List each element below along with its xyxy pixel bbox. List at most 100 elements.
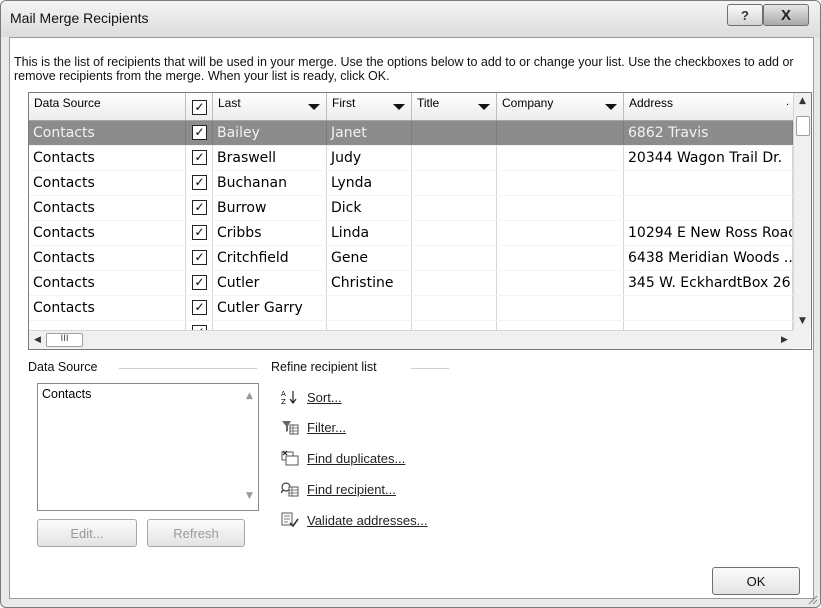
cell-address: 6862 Travis [624,121,793,145]
header-label: Title [417,96,440,110]
sort-link[interactable]: AZ Sort... [281,387,342,407]
resize-grip-icon[interactable] [806,593,818,605]
cell-last: Cutler [213,271,327,295]
cell-address: 10294 E New Ross Road [624,221,793,245]
find-recipient-icon [281,481,299,497]
help-button[interactable]: ? [727,4,763,26]
dropdown-arrow-icon[interactable] [308,104,320,110]
column-header-address[interactable]: Address. [624,93,793,120]
data-source-list[interactable]: Contacts ▲ ▼ [37,383,259,511]
cell-title [412,296,497,320]
sort-az-icon: AZ [281,389,299,405]
table-row[interactable]: Contacts Cribbs Linda 10294 E New Ross Road… [29,221,793,246]
instructions-text: This is the list of recipients that will… [14,55,794,83]
group-divider [411,368,449,369]
data-source-item[interactable]: Contacts [42,387,91,401]
cell-title [412,196,497,220]
grid-header: Data Source ✓ Last First Title Company A… [29,93,793,121]
recipient-checkbox[interactable]: ✓ [192,150,207,165]
table-row[interactable]: Contacts Buchanan Lynda ✓ [29,171,793,196]
table-row[interactable]: Contacts Braswell Judy 20344 Wagon Trail Dr… [29,146,793,171]
dropdown-arrow-icon[interactable] [393,104,405,110]
select-all-checkbox[interactable]: ✓ [192,100,207,115]
table-row[interactable]: Contacts Critchfield Gene 6438 Meridian Woo… [29,246,793,271]
vertical-scrollbar[interactable]: ▲ ▼ [793,93,811,330]
cell-company [497,196,624,220]
column-header-title[interactable]: Title [412,93,497,120]
scroll-down-icon[interactable]: ▼ [241,488,258,504]
cell-first: Gene [327,246,412,270]
column-header-data-source[interactable]: Data Source [29,93,186,120]
table-row[interactable]: Contacts Burrow Dick ✓ [29,196,793,221]
filter-link[interactable]: Filter... [281,417,346,437]
find-duplicates-link[interactable]: Find duplicates... [281,448,405,468]
cell-address [624,296,793,320]
data-source-scrollbar[interactable]: ▲ ▼ [241,384,258,510]
table-row[interactable]: Contacts Cutler Garry ✓ [29,296,793,321]
group-divider [119,368,257,369]
recipient-checkbox[interactable]: ✓ [192,275,207,290]
cell-source: Contacts [29,121,186,145]
cell-first: Janet [327,121,412,145]
filter-icon [281,419,299,435]
scroll-right-icon[interactable]: ▶ [776,331,793,349]
cell-source: Contacts [29,221,186,245]
cell-first: Christine [327,271,412,295]
validate-addresses-link[interactable]: Validate addresses... [281,510,427,530]
column-header-company[interactable]: Company [497,93,624,120]
table-row[interactable]: Contacts Cutler Christine 345 W. EckhardtBo… [29,271,793,296]
validate-addresses-icon [281,512,299,528]
dialog-title: Mail Merge Recipients [10,10,149,26]
header-label: Last [218,96,241,110]
cell-source: Contacts [29,196,186,220]
cell-company [497,146,624,170]
table-row[interactable]: Contacts Bailey Janet 6862 Travis ✓ [29,121,793,146]
scroll-thumb[interactable] [796,116,810,136]
cell-address [624,171,793,195]
scroll-up-icon[interactable]: ▲ [241,388,258,404]
horizontal-scrollbar[interactable]: ◀ III ▶ [29,330,793,349]
cell-address [624,196,793,220]
filter-link-label[interactable]: Filter... [307,420,346,435]
column-header-check[interactable]: ✓ [186,93,213,120]
sort-link-label[interactable]: Sort... [307,390,342,405]
recipient-checkbox[interactable]: ✓ [192,225,207,240]
find-recipient-link[interactable]: Find recipient... [281,479,396,499]
cell-last: Buchanan [213,171,327,195]
scroll-left-icon[interactable]: ◀ [29,331,46,349]
cell-last: Critchfield [213,246,327,270]
cell-address: 345 W. EckhardtBox 26 [624,271,793,295]
cell-title [412,146,497,170]
cell-company [497,121,624,145]
find-duplicates-label[interactable]: Find duplicates... [307,451,405,466]
cell-last: Burrow [213,196,327,220]
horizontal-scroll-thumb[interactable]: III [46,333,83,347]
ok-button[interactable]: OK [712,567,800,595]
mail-merge-recipients-dialog: Mail Merge Recipients ? X This is the li… [0,0,821,608]
scroll-up-icon[interactable]: ▲ [794,93,811,110]
cell-source: Contacts [29,171,186,195]
cell-first: Dick [327,196,412,220]
column-header-last[interactable]: Last [213,93,327,120]
cell-source: Contacts [29,146,186,170]
dropdown-arrow-icon[interactable] [478,104,490,110]
cell-source: Contacts [29,246,186,270]
header-label: First [332,96,356,110]
title-bar: Mail Merge Recipients ? X [1,1,820,37]
find-recipient-label[interactable]: Find recipient... [307,482,396,497]
recipient-checkbox[interactable]: ✓ [192,175,207,190]
recipient-checkbox[interactable]: ✓ [192,200,207,215]
recipient-checkbox[interactable]: ✓ [192,300,207,315]
column-header-first[interactable]: First [327,93,412,120]
cell-address: 20344 Wagon Trail Dr. [624,146,793,170]
cell-last: Braswell [213,146,327,170]
recipient-checkbox[interactable]: ✓ [192,250,207,265]
edit-button[interactable]: Edit... [37,519,137,547]
dropdown-arrow-icon[interactable] [605,104,617,110]
refresh-button[interactable]: Refresh [147,519,245,547]
scroll-down-icon[interactable]: ▼ [794,313,811,330]
recipient-checkbox[interactable]: ✓ [192,125,207,140]
cell-title [412,121,497,145]
close-button[interactable]: X [763,4,809,26]
validate-addresses-label[interactable]: Validate addresses... [307,513,427,528]
